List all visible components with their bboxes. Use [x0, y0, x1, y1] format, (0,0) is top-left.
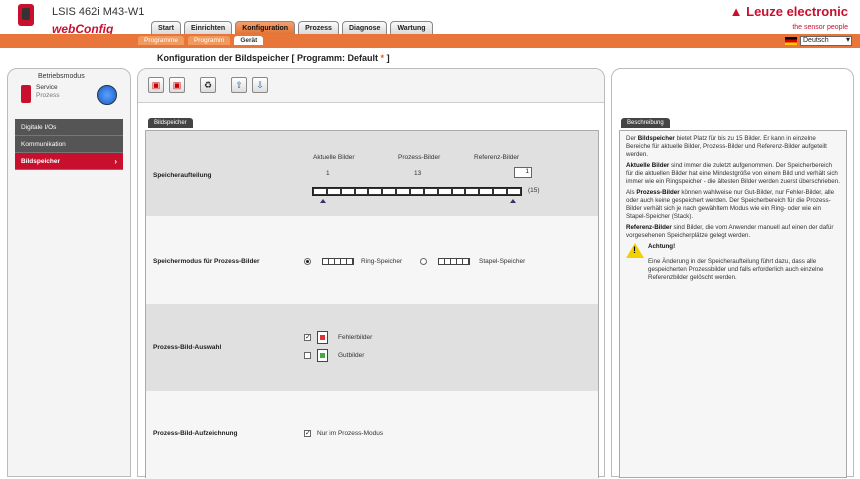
- stack-radio[interactable]: [420, 258, 427, 265]
- description-tab[interactable]: Beschreibung: [621, 118, 670, 128]
- mode-row: Speichermodus für Prozess-Bilder Ring-Sp…: [146, 216, 598, 304]
- tab-prozess[interactable]: Prozess: [298, 21, 339, 35]
- good-image-icon: [317, 349, 328, 362]
- desc-p1: Der Bildspeicher bietet Platz für bis zu…: [626, 135, 827, 158]
- page-title-text: Konfiguration der Bildspeicher [ Program…: [157, 53, 379, 63]
- desc-p3: Als Prozess-Bilder können wahlweise nur …: [626, 189, 835, 220]
- language-selector[interactable]: Deutsch: [785, 36, 852, 46]
- device-icon: [18, 4, 34, 26]
- reference-input[interactable]: 1: [514, 167, 532, 178]
- selection-row: Prozess-Bild-Auswahl ✓ Fehlerbilder Gutb…: [146, 304, 598, 391]
- tab-diagnose[interactable]: Diagnose: [341, 21, 388, 35]
- fail-images-checkbox[interactable]: ✓: [304, 334, 311, 341]
- stack-buffer-icon: [438, 258, 470, 265]
- process-mode-only-label: Nur im Prozess-Modus: [317, 430, 384, 437]
- fail-image-icon: [317, 331, 328, 344]
- process-mode-only-checkbox[interactable]: ✓: [304, 430, 311, 437]
- toolbar: ▣ ▣ ♻ ⇧ ⇩: [138, 69, 604, 103]
- tab-start[interactable]: Start: [151, 21, 181, 35]
- company-name: Leuze electronic: [746, 4, 848, 19]
- main-panel: ▣ ▣ ♻ ⇧ ⇩ Bildspeicher Speicheraufteilun…: [137, 68, 605, 479]
- page-title-end: ]: [384, 53, 390, 63]
- warning-text: Eine Änderung in der Speicheraufteilung …: [648, 258, 824, 281]
- mode-switch-knob[interactable]: [97, 85, 117, 105]
- current-marker-handle[interactable]: [320, 199, 326, 203]
- subtab-programme[interactable]: Programme: [138, 36, 184, 45]
- total-capacity: (15): [528, 187, 540, 194]
- sidebar-item-bildspeicher[interactable]: Bildspeicher: [15, 153, 123, 170]
- subtab-geraet[interactable]: Gerät: [234, 36, 264, 45]
- ring-buffer-icon: [322, 258, 354, 265]
- main-tabs: Start Einrichten Konfiguration Prozess D…: [151, 21, 433, 35]
- warning-box: Achtung!: [626, 243, 840, 258]
- mode-label: Betriebsmodus: [38, 73, 85, 80]
- device-title: LSIS 462i M43-W1: [52, 6, 145, 18]
- stack-label: Stapel-Speicher: [479, 258, 526, 265]
- current-value: 1: [326, 170, 330, 177]
- mode-options: Service Prozess: [36, 84, 59, 100]
- recording-label: Prozess-Bild-Aufzeichnung: [153, 430, 238, 437]
- company-logo: ▲ Leuze electronic: [729, 4, 848, 19]
- sidebar-item-kommunikation[interactable]: Kommunikation: [15, 136, 123, 153]
- warning-title: Achtung!: [648, 243, 676, 250]
- language-dropdown[interactable]: Deutsch: [800, 36, 852, 46]
- sub-navigation-bar: [0, 34, 860, 48]
- desc-p4: Referenz-Bilder sind Bilder, die vom Anw…: [626, 224, 834, 239]
- save-permanent-icon[interactable]: ▣: [169, 77, 185, 93]
- desc-p2: Aktuelle Bilder sind immer die zuletzt a…: [626, 162, 840, 185]
- device-mode-icon: [21, 85, 31, 103]
- memory-label: Speicheraufteilung: [153, 172, 212, 179]
- tab-einrichten[interactable]: Einrichten: [183, 21, 233, 35]
- tab-wartung[interactable]: Wartung: [390, 21, 433, 35]
- ring-radio[interactable]: [304, 258, 311, 265]
- description-text: Der Bildspeicher bietet Platz für bis zu…: [619, 130, 847, 478]
- reset-icon[interactable]: ♻: [200, 77, 216, 93]
- save-to-device-icon[interactable]: ▣: [148, 77, 164, 93]
- storage-bar: [312, 187, 522, 196]
- tagline: the sensor people: [792, 24, 848, 31]
- german-flag-icon: [785, 37, 797, 45]
- col-reference: Referenz-Bilder: [474, 154, 520, 161]
- section-tab[interactable]: Bildspeicher: [148, 118, 193, 128]
- settings-table: Speicheraufteilung Aktuelle Bilder Proze…: [145, 130, 599, 479]
- description-panel: Beschreibung Der Bildspeicher bietet Pla…: [611, 68, 854, 478]
- good-label: Gutbilder: [338, 352, 365, 359]
- reference-marker-handle[interactable]: [510, 199, 516, 203]
- process-value: 13: [414, 170, 422, 177]
- warning-icon: [626, 243, 644, 258]
- mode-service: Service: [36, 84, 58, 91]
- col-process: Prozess-Bilder: [398, 154, 441, 161]
- mode-row-label: Speichermodus für Prozess-Bilder: [153, 258, 260, 265]
- mode-process: Prozess: [36, 92, 60, 99]
- good-images-checkbox[interactable]: [304, 352, 311, 359]
- subtab-programm[interactable]: Programm: [187, 36, 231, 45]
- col-current: Aktuelle Bilder: [313, 154, 355, 161]
- left-panel: Betriebsmodus Service Prozess Digitale I…: [7, 68, 131, 477]
- selection-label: Prozess-Bild-Auswahl: [153, 344, 222, 351]
- sidebar-item-digital-io[interactable]: Digitale I/Os: [15, 119, 123, 136]
- ring-label: Ring-Speicher: [361, 258, 403, 265]
- recording-row: Prozess-Bild-Aufzeichnung ✓ Nur im Proze…: [146, 391, 598, 479]
- fail-label: Fehlerbilder: [338, 334, 373, 341]
- memory-row: Speicheraufteilung Aktuelle Bilder Proze…: [146, 131, 598, 216]
- sub-tabs: Programme Programm Gerät: [138, 36, 264, 45]
- download-icon[interactable]: ⇩: [252, 77, 268, 93]
- sidebar-nav: Digitale I/Os Kommunikation Bildspeicher: [15, 119, 123, 170]
- page-title: Konfiguration der Bildspeicher [ Program…: [157, 53, 390, 63]
- upload-icon[interactable]: ⇧: [231, 77, 247, 93]
- tab-konfiguration[interactable]: Konfiguration: [235, 21, 296, 35]
